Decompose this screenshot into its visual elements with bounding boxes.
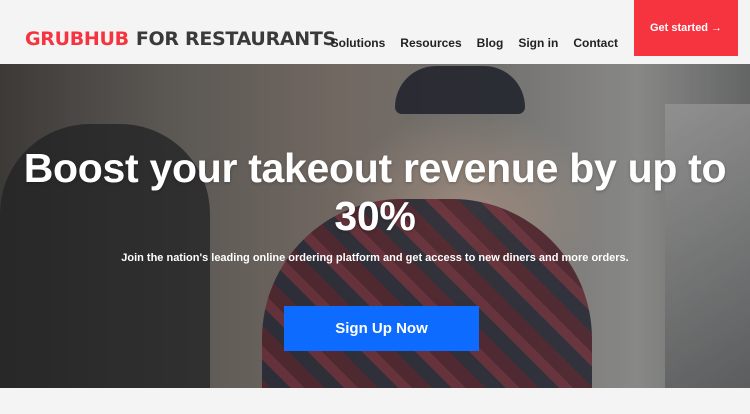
logo-suffix: FOR RESTAURANTS (135, 28, 336, 50)
arrow-right-icon: → (711, 22, 723, 34)
sign-up-now-button[interactable]: Sign Up Now (284, 306, 479, 351)
hero-section: Boost your takeout revenue by up to 30% … (0, 64, 750, 388)
page-below-hero (0, 388, 750, 414)
nav-blog[interactable]: Blog (477, 35, 504, 51)
grubhub-for-restaurants-logo[interactable]: GRUBHUB FOR RESTAURANTS (25, 27, 336, 51)
hero-title: Boost your takeout revenue by up to 30% (23, 145, 727, 239)
get-started-label: Get started (649, 22, 709, 34)
nav-contact[interactable]: Contact (573, 35, 618, 51)
nav-resources[interactable]: Resources (400, 35, 461, 51)
get-started-button[interactable]: Get started → (634, 0, 738, 56)
logo-brand: GRUBHUB (25, 28, 129, 50)
hero-subtitle: Join the nation's leading online orderin… (121, 252, 629, 264)
nav-sign-in[interactable]: Sign in (518, 35, 558, 51)
main-nav: Solutions Resources Blog Sign in Contact (331, 35, 618, 51)
site-header: GRUBHUB FOR RESTAURANTS Solutions Resourc… (0, 0, 750, 64)
nav-solutions[interactable]: Solutions (331, 35, 386, 51)
